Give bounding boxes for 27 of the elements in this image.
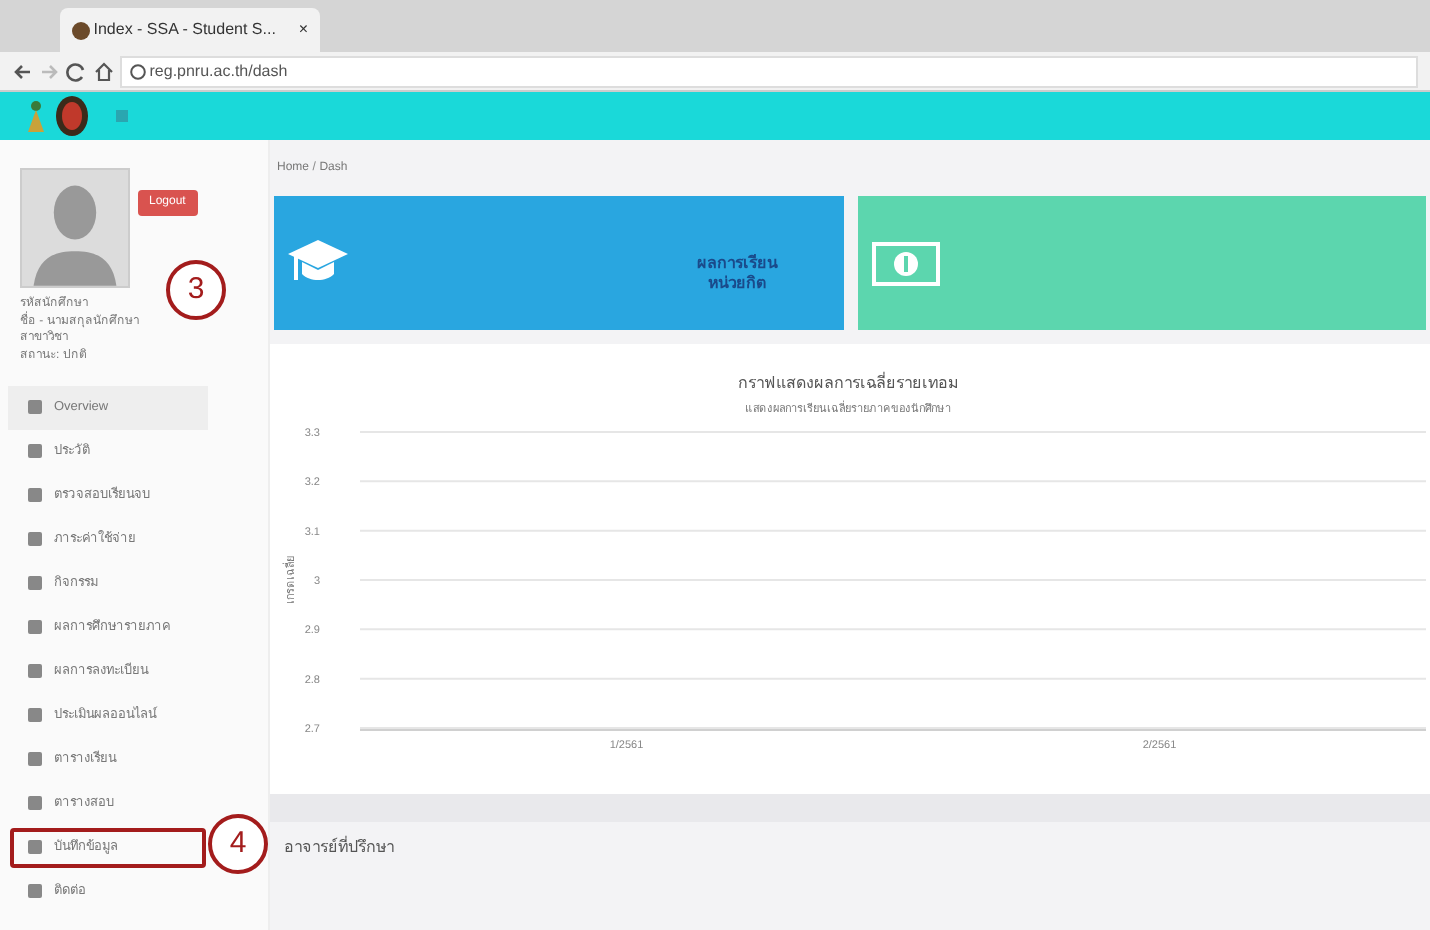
figure-logo-icon	[24, 100, 48, 132]
back-icon[interactable]	[12, 61, 32, 81]
avatar-silhouette	[20, 168, 130, 288]
chart-title: กราฟแสดงผลการเฉลี่ยรายเทอม	[738, 374, 958, 392]
browser-tab[interactable]: Index - SSA - Student S... ×	[60, 8, 320, 52]
reload-icon[interactable]	[66, 61, 86, 81]
home-icon[interactable]	[93, 61, 113, 81]
menu-item-icon	[28, 708, 42, 723]
menu-item-icon	[28, 444, 42, 459]
card-label: ผลการเรียน หน่วยกิต	[695, 254, 780, 293]
tab-title: Index - SSA - Student S...	[93, 18, 276, 42]
menu-item-icon	[28, 664, 42, 679]
menu-item-icon	[28, 532, 42, 547]
advisor-heading: อาจารย์ที่ปรึกษา	[284, 838, 394, 856]
menu-item-icon	[28, 796, 42, 811]
menu-item-icon	[28, 840, 42, 855]
emblem-logo-icon	[55, 96, 87, 136]
menu-item-icon	[28, 488, 42, 503]
banknote-icon	[871, 241, 939, 285]
menu-item-icon	[28, 752, 42, 767]
site-icon	[72, 21, 90, 39]
menu-item-icon	[28, 400, 42, 415]
menu-item-icon	[28, 620, 42, 635]
tab-close-button[interactable]: ×	[298, 18, 308, 42]
grades-card[interactable]: ผลการเรียน หน่วยกิต	[273, 196, 843, 330]
menu-item-icon	[28, 884, 42, 899]
menu-item-icon	[28, 576, 42, 591]
